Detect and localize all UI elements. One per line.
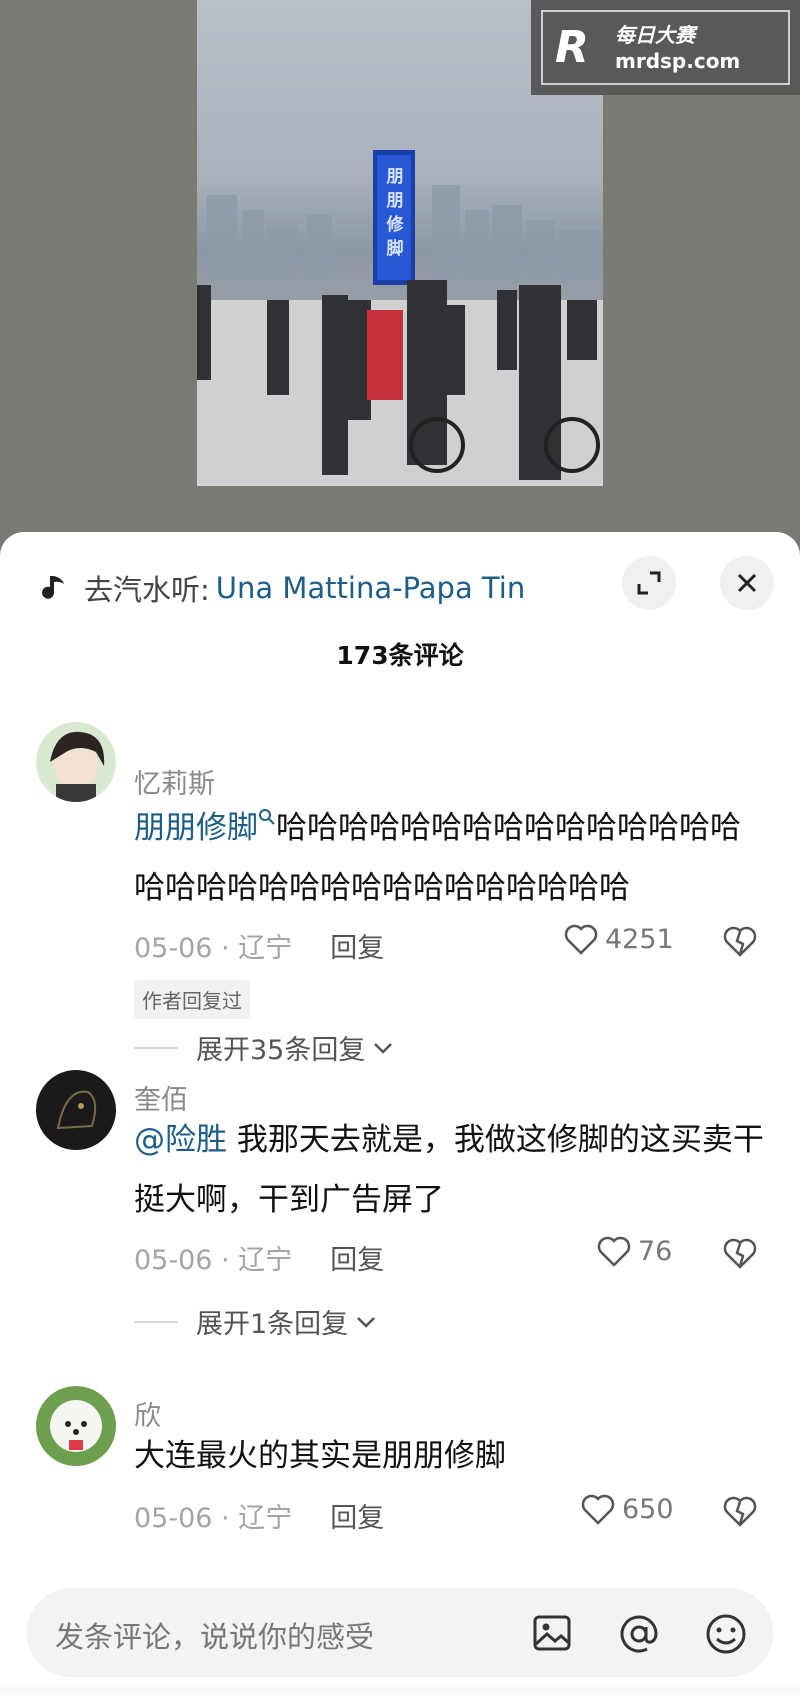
like-count: 4251	[605, 923, 674, 955]
video-player-area[interactable]: 朋 朋 修 脚 R 每日大赛 mrdsp.com	[0, 0, 800, 532]
dislike-button[interactable]	[722, 1236, 758, 1274]
close-icon	[737, 573, 757, 593]
dislike-button[interactable]	[722, 1494, 758, 1532]
broken-heart-icon	[723, 926, 757, 957]
emoji-icon[interactable]	[704, 1612, 748, 1656]
comment-date: 05-06 · 辽宁	[134, 1503, 293, 1534]
expand-replies-button[interactable]: 展开1条回复	[134, 1302, 378, 1341]
comment-meta: 05-06 · 辽宁 回复	[134, 1238, 384, 1277]
like-count: 76	[638, 1235, 673, 1267]
reply-button[interactable]: 回复	[330, 1496, 384, 1535]
divider-line	[134, 1046, 178, 1049]
avatar[interactable]	[36, 1070, 116, 1150]
music-prefix: 去汽水听:	[84, 573, 210, 607]
like-button[interactable]: 76	[596, 1234, 672, 1268]
chevron-down-icon	[374, 1042, 393, 1054]
music-link[interactable]: 去汽水听: Una Mattina-Papa Tin	[40, 567, 525, 609]
comment-meta: 05-06 · 辽宁 回复	[134, 1496, 384, 1535]
like-button[interactable]: 4251	[563, 922, 674, 956]
comment-meta: 05-06 · 辽宁 回复	[134, 926, 384, 965]
chevron-down-icon	[357, 1316, 376, 1328]
expand-replies-button[interactable]: 展开35条回复	[134, 1028, 395, 1067]
dislike-button[interactable]	[722, 924, 758, 962]
comment-author[interactable]: 忆莉斯	[134, 762, 215, 801]
comment-text: 大连最火的其实是朋朋修脚	[134, 1438, 506, 1474]
watermark-logo: R 每日大赛 mrdsp.com	[531, 0, 800, 95]
broken-heart-icon	[723, 1238, 757, 1269]
expand-replies-label: 展开1条回复	[196, 1309, 349, 1340]
music-title[interactable]: Una Mattina-Papa Tin	[216, 571, 525, 605]
mention-link[interactable]: 朋朋修脚	[134, 810, 258, 846]
heart-icon	[581, 1494, 615, 1525]
avatar[interactable]	[36, 1386, 116, 1466]
heart-icon	[564, 924, 598, 955]
like-button[interactable]: 650	[580, 1492, 674, 1526]
comment-count-title: 173条评论	[336, 641, 464, 670]
author-replied-badge: 作者回复过	[134, 980, 250, 1019]
comment-date: 05-06 · 辽宁	[134, 933, 293, 964]
broken-heart-icon	[723, 1496, 757, 1527]
mention-icon[interactable]	[617, 1612, 661, 1656]
close-button[interactable]	[720, 556, 774, 610]
watermark-en: mrdsp.com	[615, 48, 741, 73]
comment-sheet: 去汽水听: Una Mattina-Papa Tin 173条评论 忆莉斯 朋朋…	[0, 532, 800, 1695]
reply-button[interactable]: 回复	[330, 1238, 384, 1277]
avatar[interactable]	[36, 722, 116, 802]
heart-icon	[597, 1236, 631, 1267]
comment-input-placeholder[interactable]: 发条评论，说说你的感受	[55, 1614, 374, 1656]
watermark-cn: 每日大赛	[615, 22, 695, 47]
like-count: 650	[622, 1493, 674, 1525]
comment-input-bar[interactable]: 发条评论，说说你的感受	[27, 1588, 773, 1677]
bottom-strip	[0, 1685, 800, 1695]
mention-link[interactable]: @险胜	[134, 1122, 227, 1158]
music-note-icon	[42, 576, 64, 599]
expand-replies-label: 展开35条回复	[196, 1035, 366, 1066]
comment-text: 朋朋修脚 哈哈哈哈哈哈哈哈哈哈哈哈哈哈哈哈哈哈哈哈哈哈哈哈哈哈哈哈哈哈哈	[134, 809, 741, 906]
watermark-logo-mark: R	[555, 22, 589, 73]
comment-date: 05-06 · 辽宁	[134, 1245, 293, 1276]
expand-button[interactable]	[622, 556, 676, 610]
tower-ad-text: 朋 朋 修 脚	[386, 167, 404, 259]
search-icon	[259, 809, 275, 825]
divider-line	[134, 1320, 178, 1323]
reply-button[interactable]: 回复	[330, 926, 384, 965]
image-icon[interactable]	[531, 1612, 573, 1654]
comment-text: @险胜 我那天去就是，我做这修脚的这买卖干挺大啊，干到广告屏了	[134, 1122, 764, 1218]
expand-icon	[637, 571, 661, 595]
